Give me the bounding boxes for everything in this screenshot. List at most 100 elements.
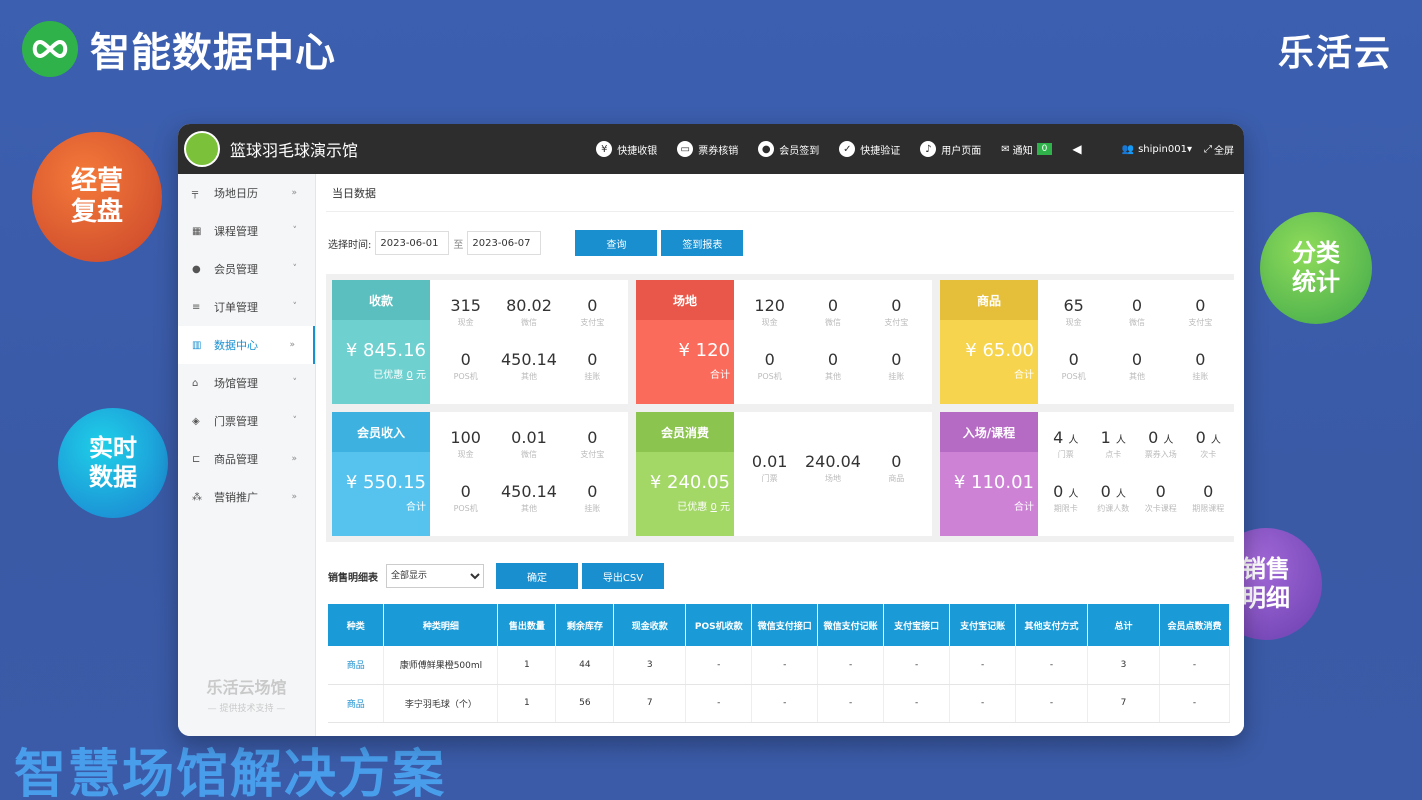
toolbar-quick-cashier[interactable]: ¥ 快捷收银 bbox=[596, 141, 657, 157]
stat-card-summary: 收款 ¥ 845.16 已优惠 0 元 bbox=[332, 280, 430, 404]
table-cell: 7 bbox=[1087, 684, 1160, 723]
checkin-report-button[interactable]: 签到报表 bbox=[661, 230, 744, 256]
stat-cell: 0 其他 bbox=[824, 350, 841, 381]
users-icon: 👥 bbox=[1121, 143, 1135, 155]
sidebar-item-order[interactable]: ≡ 订单管理 ˅ bbox=[178, 288, 315, 326]
user-icon: ● bbox=[758, 141, 775, 157]
table-cell[interactable]: 商品 bbox=[328, 646, 385, 685]
table-row: 商品 康师傅鲜果橙500ml 1 44 3- - - - - -3- bbox=[328, 646, 1231, 685]
table-header-cell: 支付宝接口 bbox=[883, 604, 951, 646]
table-cell: - bbox=[883, 646, 951, 685]
table-header-cell: 会员点数消费 bbox=[1159, 604, 1231, 646]
table-cell: - bbox=[751, 646, 819, 685]
table-cell: - bbox=[1015, 646, 1088, 685]
home-icon: ⌂ bbox=[192, 377, 199, 389]
table-cell: 56 bbox=[555, 684, 615, 723]
table-header-cell: 微信支付记账 bbox=[817, 604, 885, 646]
end-date-input[interactable] bbox=[467, 231, 542, 255]
stat-cell: 0 POS机 bbox=[453, 350, 478, 381]
stat-cell: 0 微信 bbox=[824, 296, 841, 327]
stat-card-amount: ¥ 120 bbox=[678, 340, 730, 361]
stat-card-subtext: 合计 bbox=[710, 370, 730, 381]
toolbar-quick-verify[interactable]: ✓ 快捷验证 bbox=[839, 141, 900, 157]
page-title: 智能数据中心 bbox=[90, 30, 336, 76]
infinity-logo-icon bbox=[22, 21, 78, 77]
sales-filter-select[interactable]: 全部显示 bbox=[386, 564, 484, 588]
stat-card-subtext: 合计 bbox=[406, 502, 426, 513]
sidebar-item-ticket[interactable]: ◈ 门票管理 ˅ bbox=[178, 402, 315, 440]
stat-card-summary: 入场/课程 ¥ 110.01 合计 bbox=[940, 412, 1038, 536]
sidebar-item-venue-calendar[interactable]: ╤ 场地日历» bbox=[178, 174, 315, 212]
stat-cell: 0 商品 bbox=[888, 452, 905, 483]
table-header-cell: 种类 bbox=[328, 604, 385, 646]
stat-card: 场地 ¥ 120 合计 120 现金 0 微信 0 支付宝 0 POS机 0 其他 0 挂账 bbox=[636, 280, 932, 404]
sidebar-item-data-center[interactable]: ▥ 数据中心» bbox=[178, 326, 315, 364]
signpost-icon: ╤ bbox=[192, 187, 199, 199]
stat-cell: 120 现金 bbox=[754, 296, 785, 327]
stat-card-subtext: 已优惠 0 元 bbox=[677, 502, 730, 513]
expand-icon: ⤢ bbox=[1204, 143, 1212, 155]
stat-cell: 0 人票券入场 bbox=[1144, 428, 1177, 459]
cart-icon: ⊏ bbox=[192, 453, 201, 465]
table-cell: 李宁羽毛球（个） bbox=[383, 684, 499, 723]
stat-cell: 315 现金 bbox=[450, 296, 481, 327]
toolbar-ticket-verify[interactable]: ▭ 票券核销 bbox=[677, 141, 738, 157]
stat-cell: 0 人约课人数 bbox=[1097, 482, 1130, 513]
stat-cell: 0.01 门票 bbox=[751, 452, 788, 483]
table-header-cell: 剩余库存 bbox=[555, 604, 615, 646]
table-cell: - bbox=[1159, 684, 1231, 723]
confirm-button[interactable]: 确定 bbox=[496, 563, 578, 589]
section-title: 当日数据 bbox=[326, 174, 1234, 212]
stat-card-title: 场地 bbox=[636, 280, 734, 320]
stat-cell: 1 人点卡 bbox=[1100, 428, 1126, 459]
share-icon: ⁂ bbox=[192, 491, 202, 503]
stat-cell: 0 支付宝 bbox=[884, 296, 909, 327]
sidebar-item-course[interactable]: ▦ 课程管理 ˅ bbox=[178, 212, 315, 250]
stat-card-amount: ¥ 65.00 bbox=[965, 340, 1034, 361]
sidebar-item-venue[interactable]: ⌂ 场馆管理 ˅ bbox=[178, 364, 315, 402]
table-cell[interactable]: 商品 bbox=[328, 684, 385, 723]
page-header: 智能数据中心 bbox=[22, 20, 336, 78]
stat-cell: 65 现金 bbox=[1063, 296, 1084, 327]
tag-icon: ◈ bbox=[192, 415, 200, 427]
notify-count-badge: 0 bbox=[1036, 143, 1053, 155]
sales-toolbar: 销售明细表 全部显示 确定 导出CSV bbox=[326, 548, 1234, 604]
toolbar-fullscreen[interactable]: ⤢ 全屏 bbox=[1204, 142, 1234, 157]
sidebar-item-marketing[interactable]: ⁂ 营销推广» bbox=[178, 478, 315, 516]
stat-cell: 0 支付宝 bbox=[580, 428, 605, 459]
stat-cell: 0 其他 bbox=[1128, 350, 1145, 381]
toolbar-user-menu[interactable]: 👥 shipin001 ▾ bbox=[1122, 144, 1192, 155]
stat-cell: 0 挂账 bbox=[584, 482, 601, 513]
stat-cell: 0 挂账 bbox=[888, 350, 905, 381]
toolbar-sound[interactable]: ◀ bbox=[1072, 142, 1081, 156]
stat-card: 入场/课程 ¥ 110.01 合计 4 人门票 1 人点卡 0 人票券入场 0 人次卡… bbox=[940, 412, 1236, 536]
query-button[interactable]: 查询 bbox=[575, 230, 658, 256]
stat-cell: 0 支付宝 bbox=[1188, 296, 1213, 327]
stat-card: 商品 ¥ 65.00 合计 65 现金 0 微信 0 支付宝 0 POS机 0 其他 0 挂账 bbox=[940, 280, 1236, 404]
toolbar-notify[interactable]: ✉ 通知 0 bbox=[1001, 142, 1053, 157]
mail-icon: ✉ bbox=[1001, 143, 1010, 155]
stat-cell: 4 人门票 bbox=[1053, 428, 1079, 459]
start-date-input[interactable] bbox=[375, 231, 450, 255]
stats-panel: 收款 ¥ 845.16 已优惠 0 元 315 现金 80.02 微信 0 支付宝 0 POS… bbox=[326, 274, 1236, 542]
table-cell: 44 bbox=[555, 646, 615, 685]
main-content: 当日数据 选择时间: 至 查询 签到报表 收款 ¥ 845.16 已优惠 0 元… bbox=[316, 174, 1244, 736]
sidebar-item-goods[interactable]: ⊏ 商品管理» bbox=[178, 440, 315, 478]
stat-cell: 0 POS机 bbox=[453, 482, 478, 513]
stat-cell: 0 期限课程 bbox=[1192, 482, 1225, 513]
stat-cell: 0 挂账 bbox=[1192, 350, 1209, 381]
sidebar-item-member[interactable]: ● 会员管理 ˅ bbox=[178, 250, 315, 288]
toolbar-member-checkin[interactable]: ● 会员签到 bbox=[758, 141, 819, 157]
stat-cell: 0 支付宝 bbox=[580, 296, 605, 327]
stat-cell: 100 现金 bbox=[450, 428, 481, 459]
stat-card-amount: ¥ 110.01 bbox=[953, 472, 1034, 493]
export-csv-button[interactable]: 导出CSV bbox=[582, 563, 664, 589]
table-cell: - bbox=[1015, 684, 1088, 723]
toolbar-user-page[interactable]: ♪ 用户页面 bbox=[920, 141, 981, 157]
stat-cell: 240.04 场地 bbox=[805, 452, 861, 483]
feature-bubble-category: 分类 统计 bbox=[1260, 212, 1372, 324]
table-row: 商品 李宁羽毛球（个） 1 56 7- - - - - -7- bbox=[328, 684, 1231, 723]
user-plus-icon: ● bbox=[192, 263, 201, 275]
table-cell: 康师傅鲜果橙500ml bbox=[383, 646, 499, 685]
caret-down-icon: ▾ bbox=[1186, 143, 1192, 155]
